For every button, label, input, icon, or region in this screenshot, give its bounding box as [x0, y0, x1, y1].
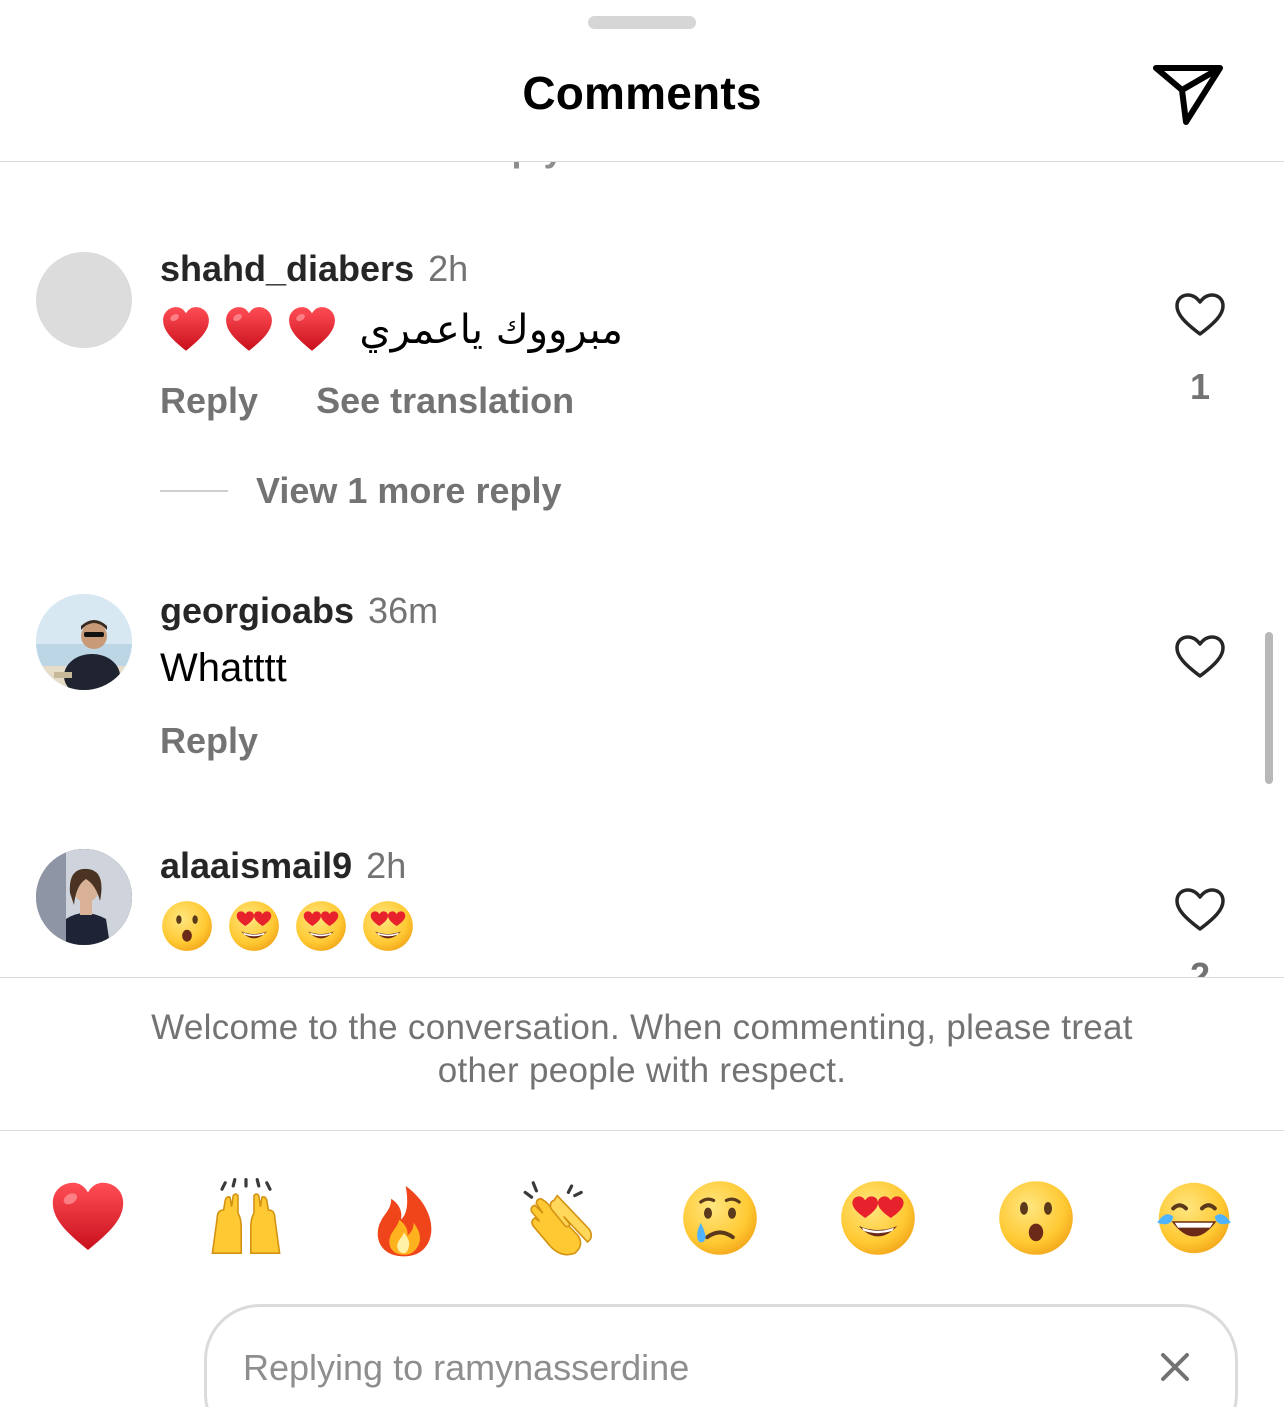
username[interactable]: shahd_diabers — [160, 248, 414, 289]
close-icon[interactable] — [1155, 1347, 1195, 1387]
heart-eyes-icon — [361, 899, 415, 953]
reply-button[interactable]: Reply — [160, 380, 258, 421]
comment-body — [160, 899, 415, 953]
comment-body: Whatttt — [160, 646, 287, 690]
username[interactable]: georgioabs — [160, 590, 354, 631]
comment-actions: Reply See translation — [160, 380, 622, 422]
timestamp: 2h — [428, 248, 469, 289]
timestamp: 2h — [366, 845, 407, 886]
heart-eyes-icon[interactable] — [838, 1178, 918, 1258]
reply-placeholder[interactable]: Replying to ramynasserdine — [243, 1347, 689, 1389]
red-heart-icon — [223, 304, 275, 356]
like-heart-icon[interactable] — [1174, 634, 1226, 680]
scrollbar[interactable] — [1265, 632, 1273, 784]
previous-more-replies-peek[interactable]: View 1 more reply — [258, 162, 564, 170]
like-heart-icon[interactable] — [1174, 887, 1226, 933]
comments-header: Comments — [0, 0, 1284, 162]
like-heart-icon[interactable] — [1174, 292, 1226, 338]
avatar[interactable] — [36, 252, 132, 348]
heart-eyes-icon — [294, 899, 348, 953]
red-heart-icon[interactable] — [48, 1178, 128, 1258]
raising-hands-icon[interactable] — [206, 1178, 286, 1258]
like-count: 1 — [1189, 366, 1211, 407]
red-heart-icon — [160, 304, 212, 356]
username[interactable]: alaaismail9 — [160, 845, 352, 886]
clapping-hands-icon[interactable] — [522, 1178, 602, 1258]
comment-actions: Reply — [160, 720, 306, 762]
comment-text: مبرووك ياعمري — [160, 304, 623, 356]
comment-meta: alaaismail9 2h — [160, 845, 406, 887]
community-notice: Welcome to the conversation. When commen… — [0, 977, 1284, 1131]
avatar[interactable] — [36, 849, 132, 945]
comment-body: مبرووك ياعمري — [359, 307, 623, 353]
avatar[interactable] — [36, 594, 132, 690]
tears-of-joy-icon[interactable] — [1154, 1178, 1234, 1258]
reply-button[interactable]: Reply — [160, 720, 258, 761]
comments-sheet: Comments View 1 more reply shahd_diabers… — [0, 0, 1284, 1407]
sheet-grabber-handle[interactable] — [588, 16, 696, 29]
page-title: Comments — [522, 67, 762, 119]
hushed-face-icon[interactable] — [996, 1178, 1076, 1258]
see-translation-button[interactable]: See translation — [316, 380, 574, 421]
heart-eyes-icon — [227, 899, 281, 953]
red-heart-icon — [286, 304, 338, 356]
avatar-photo — [36, 849, 132, 945]
quick-reactions-bar — [0, 1160, 1284, 1270]
comment-meta: georgioabs 36m — [160, 590, 438, 632]
notice-text: Welcome to the conversation. When commen… — [151, 1008, 1133, 1090]
comments-feed[interactable]: View 1 more reply shahd_diabers 2h مبروو… — [0, 162, 1284, 977]
timestamp: 36m — [368, 590, 439, 631]
comment-meta: shahd_diabers 2h — [160, 248, 468, 290]
view-more-replies-label[interactable]: View 1 more reply — [256, 470, 562, 511]
share-icon[interactable] — [1152, 62, 1224, 126]
replies-divider — [160, 490, 228, 492]
hushed-face-icon — [160, 899, 214, 953]
like-count: 2 — [1189, 955, 1211, 977]
fire-icon[interactable] — [364, 1178, 444, 1258]
view-more-replies[interactable]: View 1 more reply — [160, 470, 562, 512]
reply-input-field[interactable]: Replying to ramynasserdine — [204, 1304, 1238, 1407]
crying-face-icon[interactable] — [680, 1178, 760, 1258]
avatar-photo — [36, 594, 132, 690]
